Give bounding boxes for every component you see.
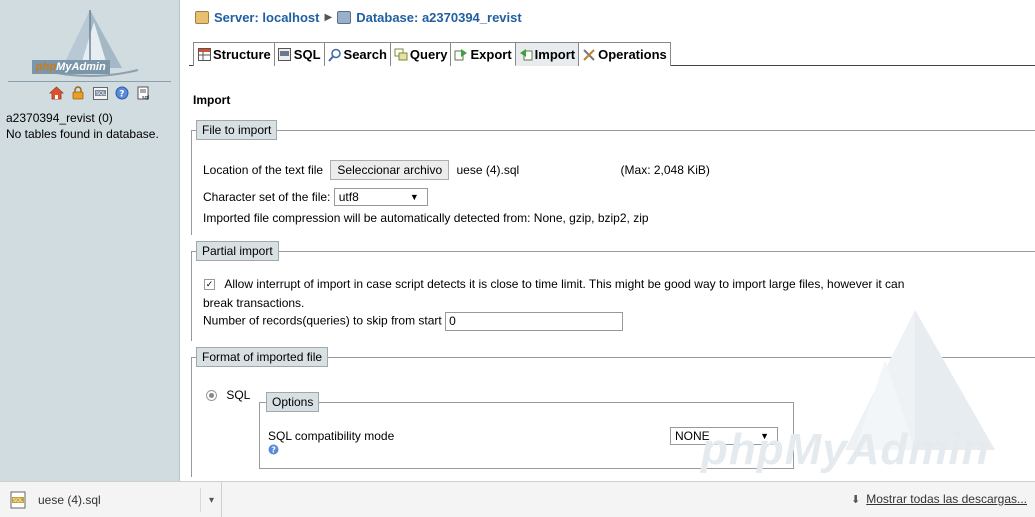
svg-text:sql: sql [142, 95, 149, 100]
allow-interrupt-checkbox[interactable]: ✓ [204, 279, 215, 291]
sql-query-icon[interactable]: SQL [92, 85, 108, 101]
download-arrow-icon: ⬇ [851, 493, 861, 506]
operations-icon [582, 48, 596, 62]
max-size-note: (Max: 2,048 KiB) [620, 163, 710, 177]
file-location-row: Location of the text file Seleccionar ar… [203, 160, 710, 180]
svg-text:SQL: SQL [96, 91, 106, 97]
logo-myadmin-text: MyAdmin [56, 61, 106, 73]
help-icon[interactable]: ? [114, 85, 130, 101]
charset-label: Character set of the file: [203, 190, 331, 204]
tab-structure-label: Structure [213, 47, 271, 62]
charset-row: Character set of the file: utf8 ▼ [203, 188, 428, 206]
skip-records-input[interactable]: 0 [445, 312, 624, 331]
tab-bar: Structure SQL Search Query Export Import… [189, 38, 1035, 66]
sql-file-icon: SQL [10, 491, 26, 509]
tab-query[interactable]: Query [389, 42, 452, 66]
logo-php-text: php [36, 61, 57, 73]
show-all-downloads[interactable]: ⬇ Mostrar todas las descargas... [851, 492, 1027, 506]
charset-select-value: utf8 [338, 190, 359, 204]
database-icon [337, 11, 352, 24]
choose-file-button[interactable]: Seleccionar archivo [330, 160, 450, 180]
sql-format-label[interactable]: SQL [226, 388, 250, 402]
skip-records-row: Number of records(queries) to skip from … [203, 312, 624, 331]
download-menu-caret-icon[interactable]: ▾ [200, 488, 222, 512]
breadcrumb-separator-icon: ▶ [324, 12, 333, 23]
help-icon[interactable]: ? [268, 444, 279, 458]
page-title: Import [193, 93, 231, 107]
breadcrumb: Server: localhost ▶ Database: a2370394_r… [195, 10, 522, 25]
format-legend: Format of imported file [196, 347, 329, 367]
tab-search[interactable]: Search [323, 42, 391, 66]
sql-compat-label: SQL compatibility mode [268, 429, 395, 443]
structure-icon [197, 48, 211, 62]
chosen-file-name: uese (4).sql [456, 163, 520, 177]
download-bar: SQL uese (4).sql ▾ ⬇ Mostrar todas las d… [0, 481, 1035, 517]
tab-search-label: Search [343, 47, 387, 62]
tab-import[interactable]: Import [514, 42, 580, 66]
no-tables-message: No tables found in database. [6, 127, 159, 141]
dropdown-arrow-icon: ▼ [409, 192, 419, 202]
download-file-name: uese (4).sql [38, 493, 101, 507]
main-content-frame: Server: localhost ▶ Database: a2370394_r… [181, 0, 1035, 481]
database-link[interactable]: a2370394_revist (0) [6, 111, 113, 125]
options-legend: Options [266, 392, 320, 412]
allow-interrupt-label-cont: break transactions. [203, 296, 305, 310]
charset-select[interactable]: utf8 ▼ [333, 188, 428, 206]
export-icon [454, 48, 468, 62]
partial-import-legend: Partial import [196, 241, 279, 261]
query-icon [394, 48, 408, 62]
tab-sql[interactable]: SQL [273, 42, 325, 66]
home-icon[interactable] [48, 85, 64, 101]
left-navigation-frame: phpMyAdmin SQL ? sql a2370394_revist (0)… [0, 0, 180, 481]
breadcrumb-server[interactable]: Server: localhost [214, 10, 320, 25]
tab-sql-label: SQL [293, 47, 321, 62]
file-to-import-fieldset: File to import Location of the text file… [191, 120, 1035, 235]
svg-text:?: ? [119, 90, 124, 100]
sql-format-radio[interactable] [206, 390, 217, 402]
import-icon [519, 47, 533, 61]
tab-export[interactable]: Export [450, 42, 516, 66]
sidebar-divider [8, 81, 171, 82]
partial-import-fieldset: Partial import ✓ Allow interrupt of impo… [191, 241, 1035, 341]
sql-format-row: SQL [206, 388, 250, 402]
tab-export-label: Export [470, 47, 512, 62]
search-icon [327, 48, 342, 62]
sql-docs-icon[interactable]: sql [136, 85, 152, 101]
tab-structure[interactable]: Structure [193, 42, 275, 66]
breadcrumb-database[interactable]: Database: a2370394_revist [356, 10, 522, 25]
watermark-text: phpMyAdmin [701, 425, 990, 474]
compression-note: Imported file compression will be automa… [203, 211, 649, 225]
sql-icon [278, 48, 292, 62]
skip-records-label: Number of records(queries) to skip from … [203, 313, 442, 328]
svg-text:SQL: SQL [13, 498, 23, 504]
download-item[interactable]: SQL uese (4).sql [0, 482, 222, 517]
tab-operations-label: Operations [598, 47, 667, 62]
svg-text:?: ? [271, 446, 276, 455]
server-icon [195, 11, 209, 24]
tab-operations[interactable]: Operations [578, 42, 671, 66]
allow-interrupt-row: ✓ Allow interrupt of import in case scri… [204, 277, 904, 291]
allow-interrupt-label: Allow interrupt of import in case script… [224, 277, 905, 291]
show-all-downloads-link[interactable]: Mostrar todas las descargas... [866, 492, 1027, 506]
logo-wordmark: phpMyAdmin [32, 60, 110, 74]
file-to-import-legend: File to import [196, 120, 278, 140]
file-location-label: Location of the text file [203, 163, 324, 177]
tab-import-label: Import [534, 46, 576, 62]
sidebar-icon-bar: SQL ? sql [48, 85, 152, 101]
logout-icon[interactable] [70, 85, 86, 101]
tab-query-label: Query [409, 47, 448, 62]
